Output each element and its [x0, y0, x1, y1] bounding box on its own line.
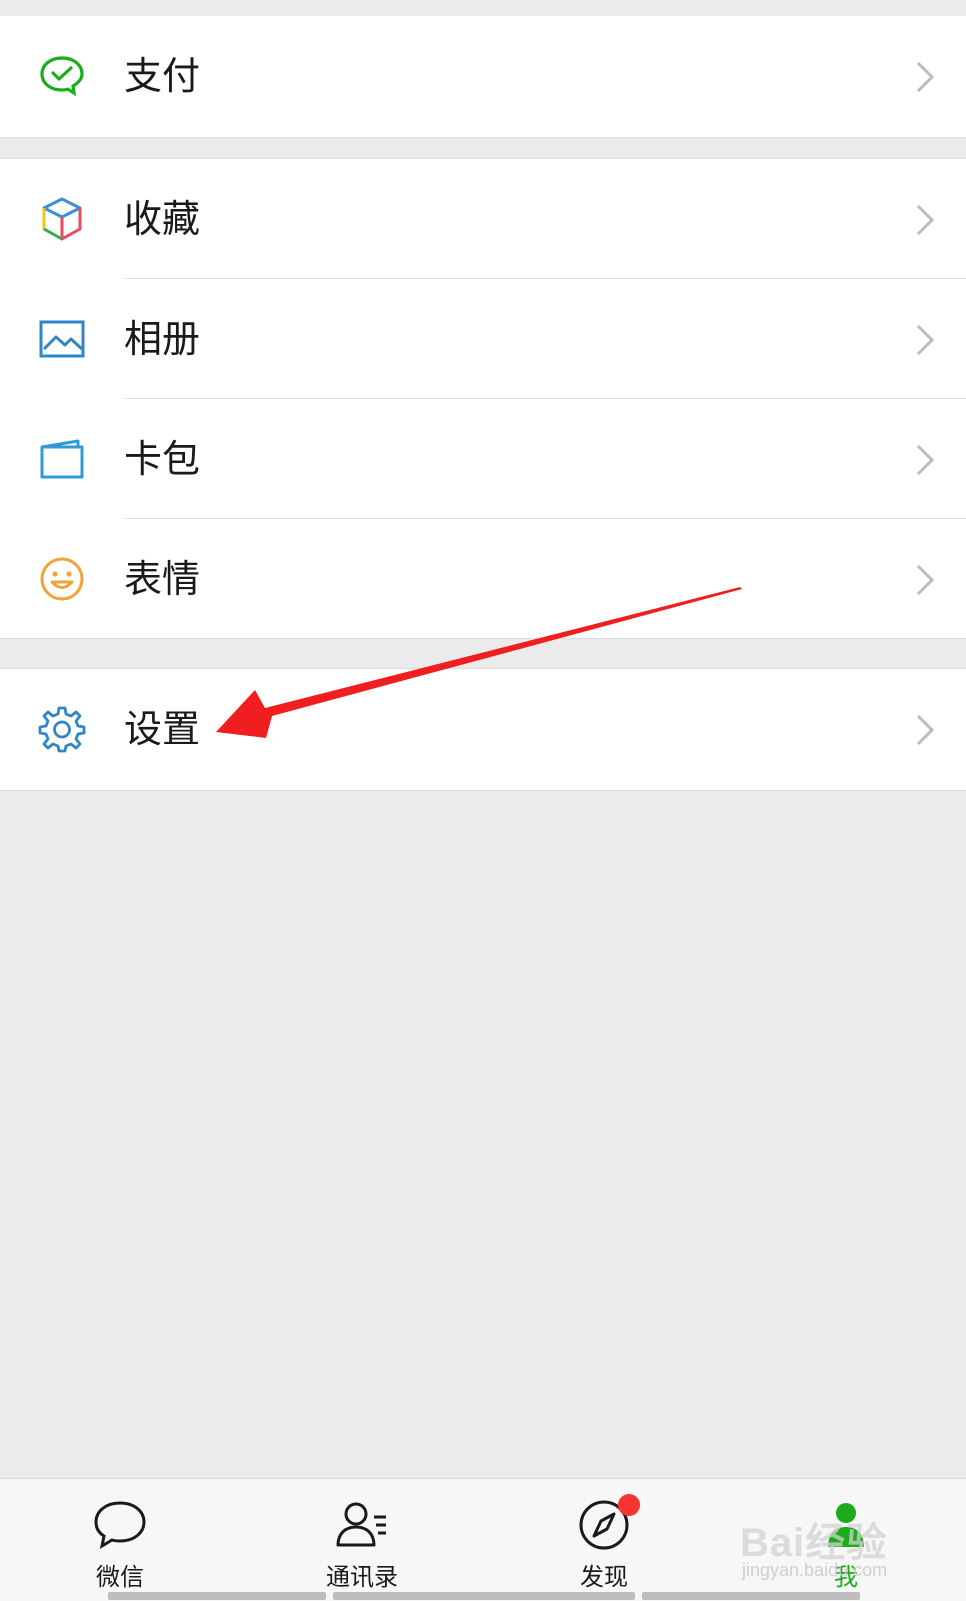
chevron-right-icon: [914, 323, 936, 357]
tab-label: 通讯录: [326, 1563, 398, 1591]
menu-item-card-wallet[interactable]: 卡包: [0, 399, 966, 519]
card-wallet-icon: [38, 435, 86, 483]
gear-icon: [38, 705, 86, 753]
bottom-indicator: [0, 1592, 966, 1600]
chevron-right-icon: [914, 203, 936, 237]
menu-item-label: 表情: [124, 557, 201, 601]
tab-label: 微信: [96, 1563, 144, 1591]
chevron-right-icon: [914, 60, 936, 94]
wechat-pay-icon: [38, 52, 86, 100]
chevron-right-icon: [914, 713, 936, 747]
watermark: Bai经验 jingyan.baidu.com: [740, 1510, 940, 1580]
settings-section: 设置: [0, 668, 966, 791]
menu-item-stickers[interactable]: 表情: [0, 519, 966, 639]
contacts-icon: [334, 1497, 390, 1553]
watermark-url: jingyan.baidu.com: [742, 1560, 888, 1580]
indicator-bar: [333, 1592, 635, 1600]
tab-label: 发现: [580, 1563, 628, 1591]
chat-bubble-icon: [92, 1497, 148, 1553]
chevron-right-icon: [914, 563, 936, 597]
notification-badge: [618, 1494, 640, 1516]
menu-item-album[interactable]: 相册: [0, 279, 966, 399]
menu-item-label: 设置: [124, 707, 201, 751]
album-picture-icon: [38, 315, 86, 363]
tab-discover[interactable]: 发现: [504, 1479, 704, 1601]
chevron-right-icon: [914, 443, 936, 477]
menu-item-settings[interactable]: 设置: [0, 669, 966, 789]
main-menu-section: 收藏 相册 卡包 表情: [0, 158, 966, 639]
menu-item-favorites[interactable]: 收藏: [0, 159, 966, 279]
menu-item-label: 收藏: [124, 197, 201, 241]
favorites-cube-icon: [38, 195, 86, 243]
tab-chats[interactable]: 微信: [20, 1479, 220, 1601]
menu-item-label: 相册: [124, 317, 201, 361]
menu-item-pay[interactable]: 支付: [0, 16, 966, 136]
smiley-face-icon: [38, 555, 86, 603]
tab-contacts[interactable]: 通讯录: [262, 1479, 462, 1601]
indicator-bar: [108, 1592, 326, 1600]
menu-item-label: 支付: [124, 54, 201, 98]
pay-section: 支付: [0, 16, 966, 138]
menu-item-label: 卡包: [124, 437, 201, 481]
indicator-bar: [642, 1592, 860, 1600]
